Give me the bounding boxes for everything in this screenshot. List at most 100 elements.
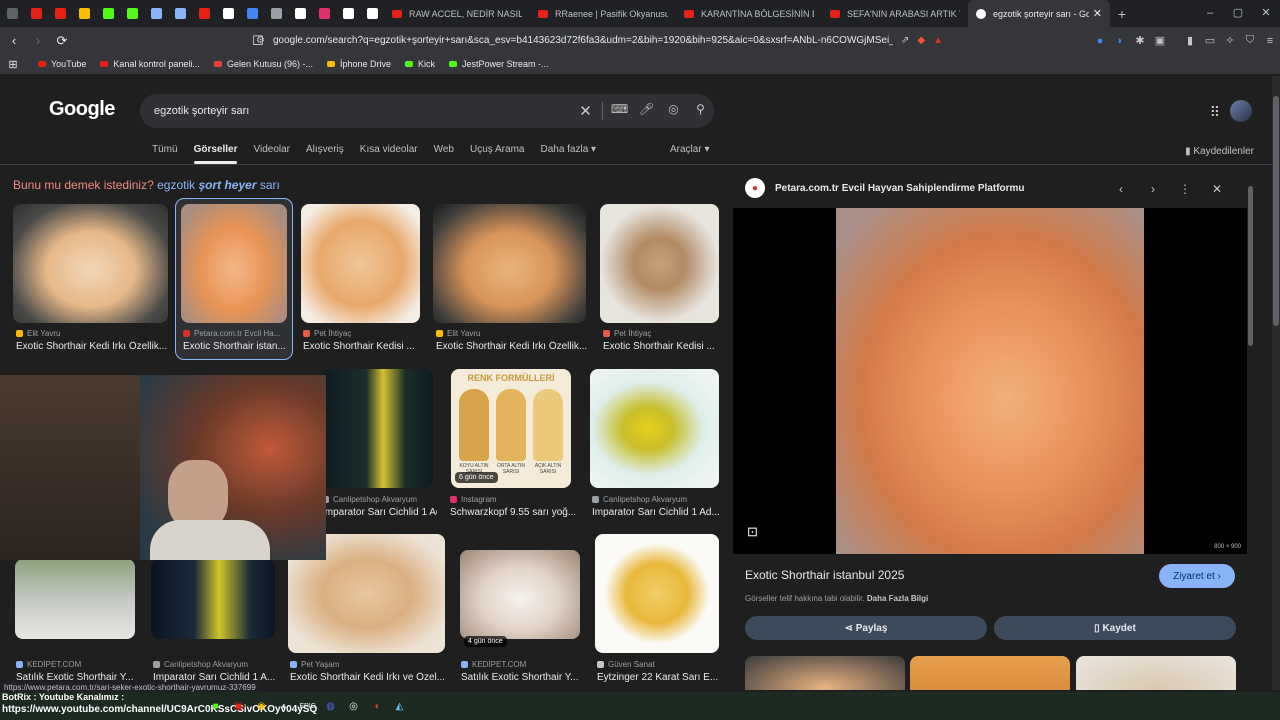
steam-icon[interactable]: ◭	[388, 699, 411, 713]
browser-tab[interactable]: KARANTİNA BÖLGESİNİN BAŞIN...	[676, 0, 822, 27]
panel-site-name[interactable]: Petara.com.tr Evcil Hayvan Sahiplendirme…	[775, 183, 1025, 194]
search-icon[interactable]: ⚲	[687, 102, 714, 120]
related-image[interactable]	[1076, 656, 1236, 690]
bookmark-item[interactable]: Kanal kontrol paneli...	[100, 59, 200, 69]
visit-button[interactable]: Ziyaret et ›	[1159, 564, 1235, 588]
url-text[interactable]: google.com/search?q=egzotik+şorteyir+sar…	[273, 35, 893, 46]
bookmark-item[interactable]: Gelen Kutusu (96) -...	[213, 59, 313, 69]
google-logo[interactable]: Google	[49, 98, 115, 121]
pinned-tab[interactable]	[144, 0, 168, 27]
result-title[interactable]: Exotic Shorthair Kedisi ...	[603, 341, 723, 352]
close-icon[interactable]: ✕	[1201, 182, 1233, 196]
bookmark-item[interactable]: Kick	[405, 59, 435, 69]
result-source[interactable]: Güven Sanat	[597, 660, 655, 669]
result-source[interactable]: Petara.com.tr Evcil Ha...	[183, 329, 280, 338]
result-source[interactable]: Pet İhtiyaç	[303, 329, 351, 338]
spelling-suggestion-link[interactable]: egzotik şort heyer sarı	[157, 178, 280, 192]
lens-icon[interactable]: ◎	[660, 102, 687, 120]
wallet-icon[interactable]: ▭	[1200, 34, 1220, 47]
search-tab[interactable]: Alışveriş	[306, 144, 344, 155]
brave-shield-icon[interactable]: ◆	[917, 35, 925, 46]
learn-more-link[interactable]: Daha Fazla Bilgi	[867, 594, 928, 603]
discord-icon[interactable]: ◍	[319, 699, 342, 713]
result-title[interactable]: İmparator Sarı Cichlid 1 Ad...	[322, 507, 437, 518]
previous-icon[interactable]: ‹	[1105, 182, 1137, 196]
pinned-tab[interactable]	[360, 0, 384, 27]
pinned-tab[interactable]	[24, 0, 48, 27]
result-source[interactable]: Pet Yaşam	[290, 660, 339, 669]
result-source[interactable]: KEDİPET.COM	[461, 660, 526, 669]
search-tab[interactable]: Videolar	[253, 144, 290, 155]
microphone-icon[interactable]: 🎤︎	[633, 102, 660, 120]
search-tab[interactable]: Daha fazla ▾	[540, 144, 596, 155]
avatar[interactable]	[1230, 100, 1252, 122]
google-apps-icon[interactable]: ⠿	[1210, 104, 1220, 121]
browser-tab[interactable]: RRaenee | Pasifik Okyanusunda...	[530, 0, 676, 27]
result-source[interactable]: Canlipetshop Akvaryum	[592, 495, 687, 504]
clear-icon[interactable]: ✕	[572, 102, 599, 120]
reload-icon[interactable]: ⟳	[52, 33, 72, 49]
page-scrollbar[interactable]	[1272, 76, 1280, 690]
back-arrow-icon[interactable]: ‹	[4, 33, 24, 48]
pinned-tab[interactable]	[264, 0, 288, 27]
bookmark-item[interactable]: JestPower Stream -...	[449, 59, 549, 69]
pinned-tab[interactable]	[72, 0, 96, 27]
result-title[interactable]: Exotic Shorthair Kedi Irkı ve Özel...	[290, 672, 445, 683]
steam-icon[interactable]: ◐	[273, 699, 296, 713]
result-title[interactable]: Exotic Shorthair Kedi Irkı Özellik...	[436, 341, 591, 352]
obs-icon[interactable]: ◎	[342, 699, 365, 713]
lens-search-icon[interactable]: ⊡	[747, 524, 758, 540]
saved-button[interactable]: ▮ Kaydedilenler	[1185, 146, 1254, 157]
bookmark-item[interactable]: İphone Drive	[326, 59, 391, 69]
result-image[interactable]	[15, 559, 135, 639]
share-icon[interactable]: ⇗	[901, 35, 909, 46]
pinned-tab[interactable]	[0, 0, 24, 27]
result-image[interactable]	[433, 204, 586, 323]
result-image[interactable]	[181, 204, 287, 323]
result-image[interactable]	[600, 204, 719, 323]
minimize-button[interactable]: –	[1196, 0, 1224, 27]
pinned-tab[interactable]	[168, 0, 192, 27]
close-window-button[interactable]: ✕	[1252, 0, 1280, 27]
epic-games-icon[interactable]: EPIC	[296, 699, 319, 713]
result-source[interactable]: Elit Yavru	[436, 329, 481, 338]
result-source[interactable]: KEDİPET.COM	[16, 660, 81, 669]
pinned-tab[interactable]	[216, 0, 240, 27]
menu-icon[interactable]: ≡	[1260, 35, 1280, 47]
app-icon[interactable]: ■	[204, 699, 227, 713]
keyboard-icon[interactable]: ⌨	[606, 102, 633, 120]
search-tab[interactable]: Tümü	[152, 144, 178, 155]
search-input[interactable]: egzotik şorteyir sarı	[154, 105, 572, 117]
result-source[interactable]: Instagram	[450, 495, 497, 504]
search-tab[interactable]: Web	[434, 144, 454, 155]
panel-title[interactable]: Exotic Shorthair istanbul 2025	[745, 568, 904, 582]
result-image[interactable]	[301, 204, 420, 323]
panel-scrollbar[interactable]	[1247, 176, 1255, 674]
result-title[interactable]: Exotic Shorthair Kedi Irkı Özellik...	[16, 341, 171, 352]
pinned-tab[interactable]	[240, 0, 264, 27]
leo-ai-icon[interactable]: ✧	[1220, 34, 1240, 47]
save-button[interactable]: ▯ Kaydet	[994, 616, 1236, 640]
browser-tab[interactable]: RAW ACCEL, NEDİR NASIL KUR...	[384, 0, 530, 27]
maximize-button[interactable]: ▢	[1224, 0, 1252, 27]
related-image[interactable]	[910, 656, 1070, 690]
search-box[interactable]: egzotik şorteyir sarı ✕ ⌨ 🎤︎ ◎ ⚲	[140, 94, 714, 128]
result-source[interactable]: Elit Yavru	[16, 329, 61, 338]
result-title[interactable]: İmparator Sarı Cichlid 1 Ad...	[592, 507, 722, 518]
extension-icon[interactable]: ●	[1090, 35, 1110, 47]
result-title[interactable]: Exotic Shorthair istan...	[183, 341, 293, 352]
address-bar[interactable]: ⚙ google.com/search?q=egzotik+şorteyir+s…	[256, 30, 976, 51]
pinned-tab[interactable]	[336, 0, 360, 27]
close-tab-icon[interactable]: ✕	[1093, 7, 1102, 20]
result-title[interactable]: Schwarzkopf 9.55 sarı yoğ...	[450, 507, 575, 518]
result-image[interactable]	[322, 369, 433, 488]
result-title[interactable]: Exotic Shorthair Kedisi ...	[303, 341, 423, 352]
result-title[interactable]: Satılık Exotic Shorthair Y...	[461, 672, 581, 683]
vpn-icon[interactable]: ⛉	[1240, 34, 1260, 47]
pinned-tab[interactable]	[48, 0, 72, 27]
rewards-icon[interactable]: ▲	[933, 35, 943, 46]
app-icon[interactable]: ◖	[365, 699, 388, 713]
next-icon[interactable]: ›	[1137, 182, 1169, 196]
chrome-icon[interactable]: ◉	[250, 699, 273, 713]
result-image[interactable]	[151, 559, 275, 639]
